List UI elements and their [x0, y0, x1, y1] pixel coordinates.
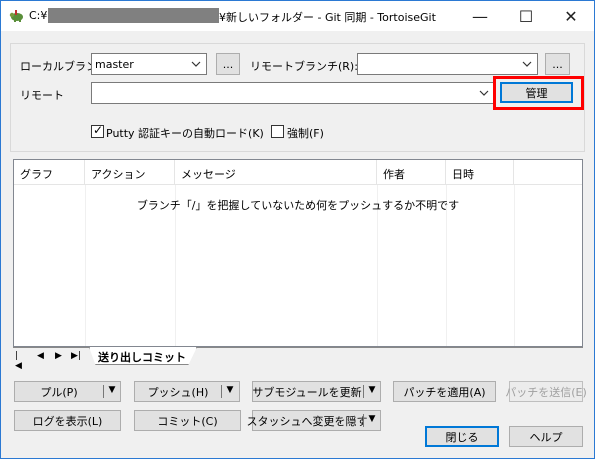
putty-autoload-label[interactable]: Putty 認証キーの自動ロード(K) — [106, 125, 264, 141]
window-title-prefix: C:¥ — [29, 9, 48, 22]
apply-patch-button[interactable]: パッチを適用(A) — [393, 381, 496, 402]
first-tab-icon[interactable]: |◀ — [15, 351, 22, 371]
submodule-dropdown-icon[interactable]: ▼ — [367, 385, 377, 398]
last-tab-icon[interactable]: ▶| — [71, 351, 81, 361]
submodule-split-button[interactable]: サブモジュールを更新 ▼ — [252, 381, 381, 402]
window-title: ¥新しいフォルダー - Git 同期 - TortoiseGit — [219, 11, 436, 24]
pull-split-button[interactable]: プル(P) ▼ — [14, 381, 121, 402]
column-graph[interactable]: グラフ — [14, 160, 85, 185]
force-label[interactable]: 強制(F) — [287, 125, 324, 141]
remote-branch-combo[interactable] — [357, 53, 538, 75]
stash-split-button[interactable]: スタッシュへ変更を隠す ▼ — [247, 410, 381, 431]
highlight-annotation — [493, 76, 584, 110]
close-button[interactable]: 閉じる — [425, 426, 499, 447]
split-separator — [221, 385, 222, 398]
checkmark-icon: ✓ — [93, 123, 104, 137]
chevron-down-icon — [191, 61, 201, 67]
push-button[interactable]: プッシュ(H) — [135, 382, 221, 401]
local-branch-combo[interactable]: master — [91, 53, 207, 75]
column-action[interactable]: アクション — [85, 160, 175, 185]
list-header: グラフ アクション メッセージ 作者 日時 — [14, 160, 582, 185]
pull-dropdown-icon[interactable]: ▼ — [107, 385, 117, 398]
sync-dialog-window: C:¥ ¥新しいフォルダー - Git 同期 - TortoiseGit — ☐… — [0, 0, 595, 459]
remote-combo[interactable] — [91, 82, 495, 104]
chevron-down-icon — [479, 90, 489, 96]
send-patch-button[interactable]: パッチを送信(E) — [505, 381, 587, 402]
help-button[interactable]: ヘルプ — [509, 426, 583, 447]
local-branch-value: master — [95, 58, 134, 71]
remote-branch-browse-button[interactable]: ... — [545, 53, 570, 75]
stash-button[interactable]: スタッシュへ変更を隠す — [247, 411, 368, 430]
column-message[interactable]: メッセージ — [175, 160, 377, 185]
split-separator — [363, 414, 364, 427]
stash-dropdown-icon[interactable]: ▼ — [367, 414, 377, 427]
force-checkbox[interactable] — [271, 125, 284, 138]
close-window-button[interactable]: ✕ — [548, 1, 594, 31]
pull-button[interactable]: プル(P) — [15, 382, 103, 401]
column-date[interactable]: 日時 — [446, 160, 514, 185]
chevron-down-icon — [522, 61, 532, 67]
show-log-button[interactable]: ログを表示(L) — [14, 410, 121, 431]
push-split-button[interactable]: プッシュ(H) ▼ — [134, 381, 240, 402]
minimize-button[interactable]: — — [457, 1, 503, 31]
column-author[interactable]: 作者 — [377, 160, 446, 185]
next-tab-icon[interactable]: ▶ — [55, 351, 62, 361]
prev-tab-icon[interactable]: ◀ — [37, 351, 44, 361]
tortoisegit-icon — [9, 10, 23, 22]
title-bar: C:¥ ¥新しいフォルダー - Git 同期 - TortoiseGit — ☐… — [1, 1, 594, 31]
update-submodule-button[interactable]: サブモジュールを更新 — [252, 382, 361, 401]
tab-outgoing-commits[interactable]: 送り出しコミット — [89, 347, 197, 365]
remote-branch-label: リモートブランチ(R): — [250, 60, 358, 73]
putty-autoload-checkbox[interactable]: ✓ — [91, 123, 104, 138]
split-separator — [103, 385, 104, 398]
redacted-path — [48, 8, 219, 23]
maximize-button[interactable]: ☐ — [503, 1, 549, 31]
local-branch-browse-button[interactable]: ... — [216, 53, 240, 75]
empty-list-message: ブランチ「/」を把握していないため何をプッシュするか不明です — [136, 199, 460, 212]
outgoing-commits-list[interactable]: グラフ アクション メッセージ 作者 日時 ブランチ「/」を把握していないため何… — [13, 159, 583, 347]
commit-button[interactable]: コミット(C) — [134, 410, 241, 431]
remote-label: リモート — [20, 89, 64, 102]
split-separator — [363, 385, 364, 398]
push-dropdown-icon[interactable]: ▼ — [225, 385, 235, 398]
